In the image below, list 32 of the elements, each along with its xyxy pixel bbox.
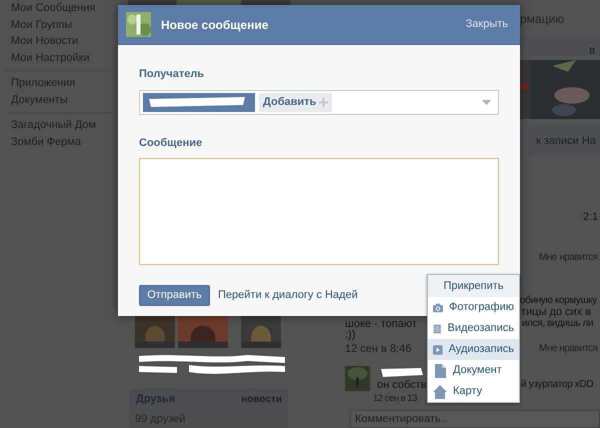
dropdown-caret-icon[interactable] [482,100,491,104]
post-text: тицы до сих в [521,306,592,320]
post-time: 2:1 [583,210,598,225]
send-button[interactable]: Отправить [139,285,210,306]
scribble-drawing [381,368,423,377]
recipient-field[interactable]: Добавить [139,90,499,114]
close-link[interactable]: Закрыть [466,16,508,33]
field-label: Сообщение [139,136,204,150]
comment-text: й узурпатор xDD [521,378,594,392]
post-text: ился, видишь ли [522,318,594,331]
post-text: обиную кормушку [520,294,597,308]
document-icon [433,364,447,378]
field-label: Получатель [139,67,206,82]
recipient-token[interactable] [143,92,255,112]
message-field[interactable] [139,158,499,265]
menu-item[interactable]: Фотографию [428,297,519,318]
menu-item[interactable]: Карту [428,381,519,402]
comment-text: он собств [377,378,427,393]
camera-icon [433,300,444,314]
add-button[interactable]: Добавить [259,92,332,112]
post-text: шоке - топают [345,317,417,330]
dialog-link[interactable]: Перейти к диалогу с Надей [218,287,358,304]
house-icon [433,384,447,398]
dialog-title: Новое сообщение [161,16,270,34]
post-text: :)) [345,328,356,343]
play-icon [433,342,443,356]
plus-icon [319,98,328,106]
menu-title: Прикрепить [428,275,519,297]
menu-item[interactable]: Видеозапись [428,318,519,339]
menu-item[interactable]: Аудиозапись [428,339,519,360]
menu-item[interactable]: Документ [428,360,519,381]
header-link[interactable]: в [589,41,596,59]
